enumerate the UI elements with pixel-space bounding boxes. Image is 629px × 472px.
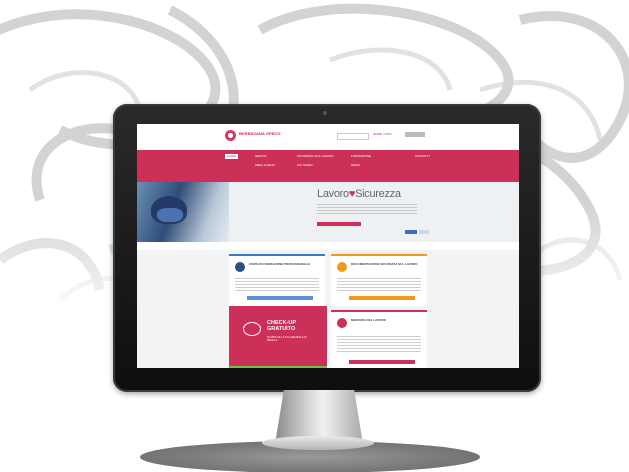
card-text xyxy=(235,278,319,292)
site-header: BERENZANA SPECO HOME / INFO xyxy=(137,124,519,148)
hero-description xyxy=(317,204,417,216)
card-title: DOCUMENTAZIONE SICUREZZA SUL LAVORO xyxy=(351,262,418,266)
chat-bubble-icon xyxy=(243,322,261,336)
main-nav: HOME SERVIZI SICUREZZA SUL LAVORO FORMAZ… xyxy=(137,150,519,182)
nav-item-home[interactable]: HOME xyxy=(225,154,238,159)
card-title: MEDICINA DEL LAVORO xyxy=(351,318,386,322)
card-title: CORSI DI FORMAZIONE PROFESSIONALE xyxy=(249,262,310,266)
content-area xyxy=(137,250,519,368)
site-logo-text[interactable]: BERENZANA SPECO xyxy=(239,131,281,136)
webcam-dot xyxy=(323,111,327,115)
card-text xyxy=(337,336,421,352)
nav-item-servizi[interactable]: SERVIZI xyxy=(255,154,267,159)
card-text xyxy=(337,278,421,292)
promo-subtitle: SCOPRI SE LA TUA AZIENDA È IN REGOLA xyxy=(267,336,307,342)
hero-cta-button[interactable] xyxy=(317,222,361,226)
promo-title: CHECK-UP GRATUITO xyxy=(267,320,296,332)
hero-photo xyxy=(137,182,229,242)
promo-accent-stripe xyxy=(229,366,327,368)
hero-secondary-button[interactable] xyxy=(405,230,417,234)
nav-item-formazione[interactable]: FORMAZIONE xyxy=(351,154,371,159)
monitor: BERENZANA SPECO HOME / INFO HOME SERVIZI… xyxy=(113,104,541,392)
monitor-base xyxy=(262,436,374,450)
card-button[interactable] xyxy=(247,296,313,300)
nav-item-contatti[interactable]: CONTATTI xyxy=(415,154,430,159)
nav-item-sicurezza[interactable]: SICUREZZA SUL LAVORO xyxy=(297,154,334,159)
card-button[interactable] xyxy=(349,296,415,300)
hero-tertiary-button[interactable] xyxy=(419,230,429,234)
card-medicina[interactable]: MEDICINA DEL LAVORO xyxy=(331,310,427,368)
scene: BERENZANA SPECO HOME / INFO HOME SERVIZI… xyxy=(0,0,629,472)
training-icon xyxy=(235,262,245,272)
card-documentazione[interactable]: DOCUMENTAZIONE SICUREZZA SUL LAVORO xyxy=(331,254,427,306)
hero-banner: Lavoro♥Sicurezza xyxy=(137,182,519,242)
logo-icon[interactable] xyxy=(225,130,236,141)
medical-icon xyxy=(337,318,347,328)
monitor-screen: BERENZANA SPECO HOME / INFO HOME SERVIZI… xyxy=(137,124,519,368)
promo-checkup[interactable]: CHECK-UP GRATUITO SCOPRI SE LA TUA AZIEN… xyxy=(229,306,327,368)
hero-title: Lavoro♥Sicurezza xyxy=(317,188,401,200)
card-button[interactable] xyxy=(349,360,415,364)
nav-item-news[interactable]: NEWS xyxy=(351,163,360,168)
nav-item-area-clienti[interactable]: AREA CLIENTI xyxy=(255,163,275,168)
social-icons[interactable] xyxy=(405,132,425,137)
top-links[interactable]: HOME / INFO xyxy=(373,132,392,136)
document-icon xyxy=(337,262,347,272)
card-formazione[interactable]: CORSI DI FORMAZIONE PROFESSIONALE xyxy=(229,254,325,306)
nav-item-chi-siamo[interactable]: CHI SIAMO xyxy=(297,163,313,168)
welder-visor-illustration xyxy=(157,208,183,222)
search-input[interactable] xyxy=(337,133,369,140)
